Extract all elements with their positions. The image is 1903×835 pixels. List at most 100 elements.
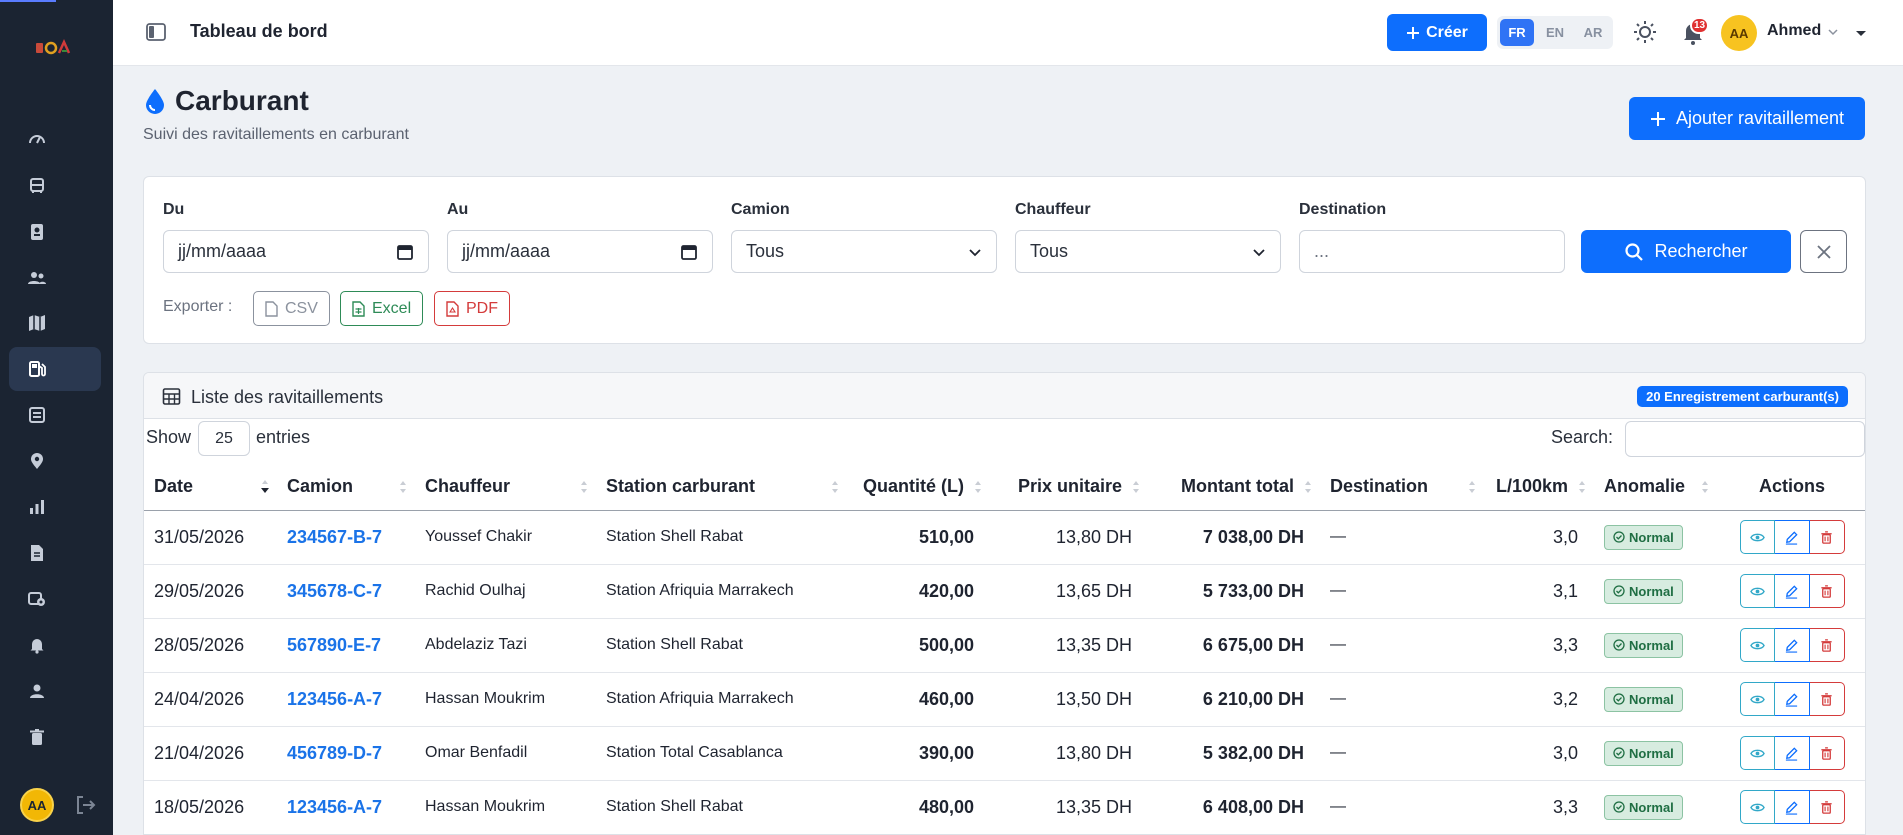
col-header-destination[interactable]: Destination	[1320, 464, 1484, 511]
chevron-down-icon[interactable]	[1827, 26, 1839, 38]
view-button[interactable]	[1739, 736, 1775, 770]
entries-per-page-select[interactable]: 25	[198, 421, 250, 456]
app-logo[interactable]	[34, 36, 76, 58]
export-csv-button[interactable]: CSV	[253, 291, 330, 326]
sidebar-item-trash[interactable]	[9, 715, 101, 759]
destination-input[interactable]: ...	[1299, 230, 1565, 273]
col-header-driver[interactable]: Chauffeur	[415, 464, 596, 511]
col-header-anomaly[interactable]: Anomalie	[1594, 464, 1717, 511]
create-button[interactable]: Créer	[1387, 14, 1487, 51]
truck-link[interactable]: 456789-D-7	[277, 726, 415, 781]
export-pdf-label: PDF	[466, 299, 498, 317]
col-header-actions: Actions	[1717, 464, 1865, 511]
language-switcher: FR EN AR	[1497, 16, 1613, 49]
cell-station: Station Afriquia Marrakech	[596, 564, 847, 619]
calendar-icon[interactable]	[396, 243, 414, 261]
truck-select[interactable]: Tous	[731, 230, 997, 273]
show-label: Show	[146, 427, 192, 447]
edit-button[interactable]	[1774, 736, 1810, 770]
table-search-input[interactable]	[1625, 421, 1865, 457]
sidebar-item-documents[interactable]	[9, 531, 101, 575]
export-excel-button[interactable]: Excel	[340, 291, 424, 326]
clear-filters-button[interactable]	[1800, 230, 1847, 273]
sidebar-item-users[interactable]	[9, 256, 101, 300]
edit-button[interactable]	[1774, 628, 1810, 662]
edit-button[interactable]	[1774, 682, 1810, 716]
col-header-driver-label: Chauffeur	[425, 476, 510, 497]
from-date-label: Du	[163, 201, 185, 218]
filter-card: Du jj/mm/aaaa Au jj/mm/aaaa Camion Tous …	[143, 176, 1866, 344]
sidebar-item-profile[interactable]	[9, 669, 101, 713]
cell-destination: —	[1320, 672, 1484, 727]
col-header-unit-price[interactable]: Prix unitaire	[990, 464, 1148, 511]
view-button[interactable]	[1739, 790, 1775, 824]
user-name[interactable]: Ahmed	[1767, 22, 1821, 40]
delete-button[interactable]	[1809, 736, 1845, 770]
col-header-total[interactable]: Montant total	[1148, 464, 1320, 511]
truck-filter-label: Camion	[731, 201, 790, 218]
col-header-station[interactable]: Station carburant	[596, 464, 847, 511]
truck-link[interactable]: 567890-E-7	[277, 618, 415, 673]
logout-icon[interactable]	[73, 793, 97, 817]
delete-button[interactable]	[1809, 520, 1845, 554]
users-icon	[28, 272, 46, 284]
view-button[interactable]	[1739, 520, 1775, 554]
trash-icon	[1821, 746, 1832, 760]
pencil-icon	[1785, 584, 1798, 599]
driver-select[interactable]: Tous	[1015, 230, 1281, 273]
cell-anomaly: Normal	[1594, 726, 1717, 781]
search-button[interactable]: Rechercher	[1581, 230, 1791, 273]
col-header-quantity[interactable]: Quantité (L)	[847, 464, 990, 511]
sidebar-item-dashboard[interactable]	[9, 117, 101, 161]
cell-date: 21/04/2026	[144, 726, 277, 781]
truck-link[interactable]: 345678-C-7	[277, 564, 415, 619]
sidebar-item-reports[interactable]	[9, 485, 101, 529]
add-refuel-button[interactable]: Ajouter ravitaillement	[1629, 97, 1865, 140]
from-date-input[interactable]: jj/mm/aaaa	[163, 230, 429, 273]
sidebar-item-expenses[interactable]	[9, 393, 101, 437]
lang-fr-button[interactable]: FR	[1500, 19, 1534, 46]
truck-link[interactable]: 123456-A-7	[277, 780, 415, 834]
edit-button[interactable]	[1774, 790, 1810, 824]
col-header-date[interactable]: Date	[144, 464, 277, 511]
col-header-truck[interactable]: Camion	[277, 464, 415, 511]
page-title-row: Carburant	[143, 85, 309, 117]
pencil-icon	[1785, 746, 1798, 761]
delete-button[interactable]	[1809, 790, 1845, 824]
view-button[interactable]	[1739, 628, 1775, 662]
to-date-input[interactable]: jj/mm/aaaa	[447, 230, 713, 273]
sidebar-item-fuel[interactable]	[9, 347, 101, 391]
view-button[interactable]	[1739, 574, 1775, 608]
lang-ar-button[interactable]: AR	[1576, 19, 1610, 46]
delete-button[interactable]	[1809, 574, 1845, 608]
truck-link[interactable]: 234567-B-7	[277, 510, 415, 565]
cell-date: 18/05/2026	[144, 780, 277, 834]
truck-link[interactable]: 123456-A-7	[277, 672, 415, 727]
col-header-unit-price-label: Prix unitaire	[1017, 476, 1122, 497]
delete-button[interactable]	[1809, 682, 1845, 716]
sidebar-item-trips[interactable]	[9, 301, 101, 345]
export-pdf-button[interactable]: PDF	[434, 291, 510, 326]
sidebar-item-maintenance[interactable]	[9, 577, 101, 621]
calendar-icon[interactable]	[680, 243, 698, 261]
user-avatar[interactable]: AA	[1721, 15, 1757, 51]
sidebar-toggle-icon[interactable]	[145, 21, 167, 43]
theme-toggle-sun-icon[interactable]	[1632, 19, 1658, 45]
edit-button[interactable]	[1774, 520, 1810, 554]
sidebar-item-vehicles[interactable]	[9, 164, 101, 208]
sidebar-item-tracking[interactable]	[9, 439, 101, 483]
sidebar-item-alerts[interactable]	[9, 623, 101, 667]
delete-button[interactable]	[1809, 628, 1845, 662]
edit-button[interactable]	[1774, 574, 1810, 608]
sidebar-user-avatar[interactable]: AA	[20, 788, 54, 822]
cell-station: Station Shell Rabat	[596, 510, 847, 565]
cell-date: 24/04/2026	[144, 672, 277, 727]
lang-en-button[interactable]: EN	[1538, 19, 1572, 46]
view-button[interactable]	[1739, 682, 1775, 716]
sidebar-item-drivers[interactable]	[9, 210, 101, 254]
eye-icon	[1749, 533, 1765, 541]
map-pin-icon	[31, 453, 43, 469]
caret-down-icon[interactable]	[1853, 25, 1869, 41]
fuel-drop-icon	[146, 89, 164, 114]
col-header-consumption[interactable]: L/100km	[1484, 464, 1594, 511]
